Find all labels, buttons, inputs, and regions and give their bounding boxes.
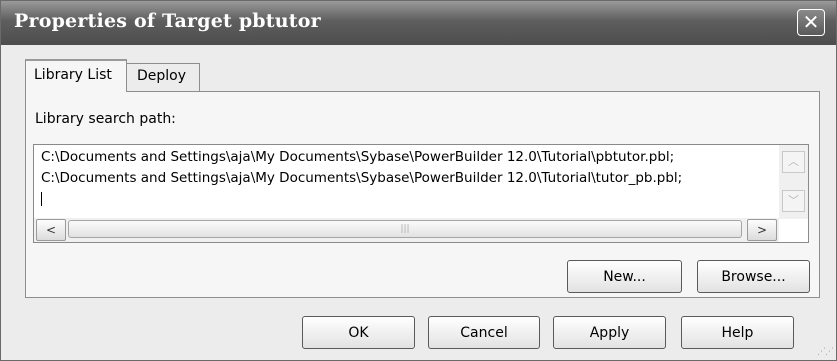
horizontal-scrollbar[interactable]: < ||| >	[34, 218, 779, 242]
apply-button[interactable]: Apply	[553, 316, 666, 349]
text-caret	[41, 192, 42, 206]
tab-deploy[interactable]: Deploy	[126, 63, 200, 92]
title-bar[interactable]: Properties of Target pbtutor ✕	[1, 1, 836, 45]
library-path-line: C:\Documents and Settings\aja\My Documen…	[41, 170, 683, 186]
dialog-title: Properties of Target pbtutor	[14, 10, 321, 32]
resize-grip-icon[interactable]: ⋰⋰	[817, 347, 834, 357]
library-search-path-input[interactable]: C:\Documents and Settings\aja\My Documen…	[33, 144, 809, 243]
close-icon[interactable]: ✕	[797, 9, 825, 36]
scroll-up-arrow-icon[interactable]: ︿	[782, 151, 805, 173]
help-button[interactable]: Help	[681, 316, 794, 349]
properties-dialog: Properties of Target pbtutor ✕ Library L…	[0, 0, 837, 361]
scrollbar-thumb[interactable]: |||	[68, 220, 742, 238]
library-path-line: C:\Documents and Settings\aja\My Documen…	[41, 149, 675, 165]
ok-button[interactable]: OK	[302, 316, 415, 349]
scroll-right-arrow-icon[interactable]: >	[747, 219, 777, 241]
tab-library-list[interactable]: Library List	[25, 59, 127, 92]
scroll-left-arrow-icon[interactable]: <	[36, 219, 66, 241]
new-button[interactable]: New...	[567, 260, 682, 293]
vertical-scrollbar[interactable]: ︿ ﹀	[779, 145, 808, 219]
browse-button[interactable]: Browse...	[697, 260, 810, 293]
scroll-down-arrow-icon[interactable]: ﹀	[782, 190, 805, 212]
cancel-button[interactable]: Cancel	[428, 316, 540, 349]
library-search-path-label: Library search path:	[35, 111, 176, 127]
